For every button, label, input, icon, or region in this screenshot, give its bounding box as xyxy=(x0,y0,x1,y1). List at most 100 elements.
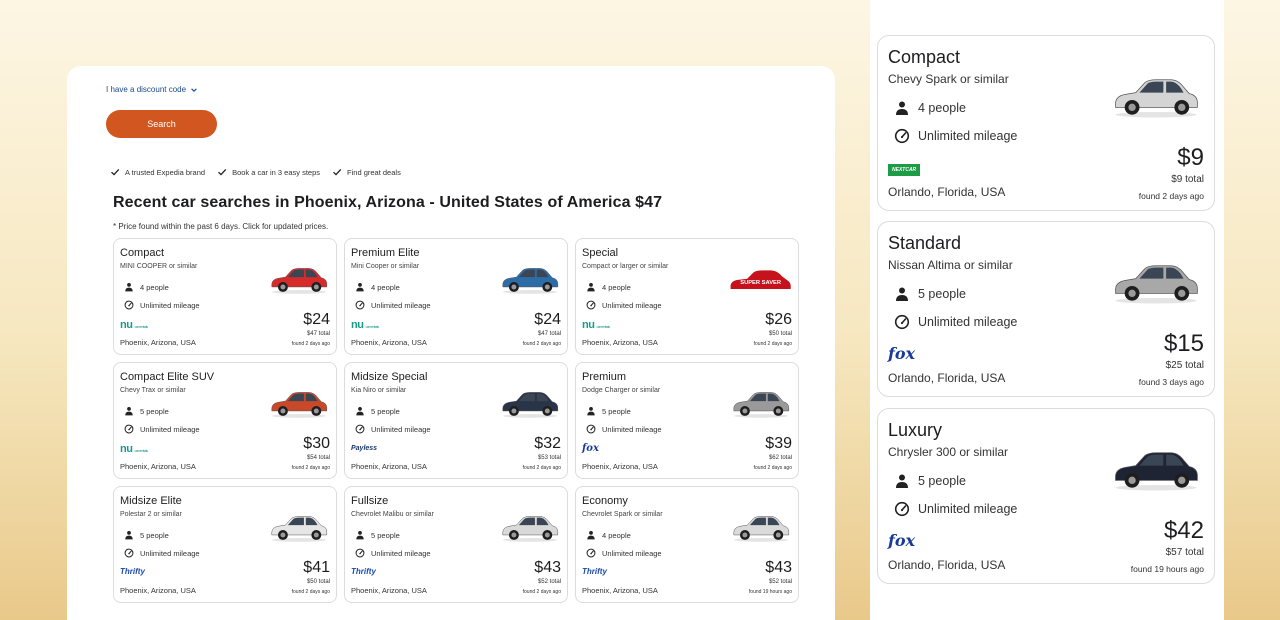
checkmark-icon xyxy=(333,168,342,176)
person-icon xyxy=(356,282,364,292)
person-icon xyxy=(356,530,364,540)
vendor-subtext: car rentals xyxy=(134,448,148,453)
total-price: $9 total xyxy=(1171,174,1204,185)
car-deal-card[interactable]: Compact Chevy Spark or similar 4 people Unl… xyxy=(877,35,1215,211)
found-time: found 2 days ago xyxy=(522,465,561,471)
daily-price: $26 xyxy=(765,311,792,328)
total-price: $50 total xyxy=(768,331,792,337)
person-icon xyxy=(587,282,595,292)
car-category: Fullsize xyxy=(351,495,389,507)
car-deal-card[interactable]: Fullsize Chevrolet Malibu or similar 5 peo… xyxy=(344,486,568,603)
capacity-label: 5 people xyxy=(371,530,400,540)
found-time: found 2 days ago xyxy=(753,341,792,347)
capacity-label: 4 people xyxy=(371,282,400,292)
person-icon xyxy=(125,282,133,292)
vendor-logo: NEXTCAR xyxy=(888,158,921,176)
discount-code-toggle[interactable]: I have a discount code xyxy=(106,85,198,94)
found-time: found 2 days ago xyxy=(291,589,330,595)
trust-label: A trusted Expedia brand xyxy=(125,167,206,177)
car-category: Compact xyxy=(120,247,165,259)
chevron-down-icon xyxy=(191,87,197,92)
capacity-row: 5 people xyxy=(124,406,169,416)
car-deal-card[interactable]: Compact Elite SUV Chevy Trax or similar 5 … xyxy=(113,362,337,479)
speedometer-icon xyxy=(586,548,596,558)
found-time: found 2 days ago xyxy=(522,341,561,347)
mileage-label: Unlimited mileage xyxy=(371,424,431,434)
mileage-label: Unlimited mileage xyxy=(918,315,1018,329)
car-deal-card[interactable]: Luxury Chrysler 300 or similar 5 people Unl… xyxy=(877,408,1215,584)
found-time: found 2 days ago xyxy=(1138,191,1204,201)
mileage-label: Unlimited mileage xyxy=(602,300,662,310)
speedometer-icon xyxy=(124,424,134,434)
car-deal-card[interactable]: Premium Dodge Charger or similar 5 people U… xyxy=(575,362,799,479)
car-category: Midsize Elite xyxy=(120,495,182,507)
found-time: found 3 days ago xyxy=(1138,377,1204,387)
car-image xyxy=(733,516,790,542)
mileage-row: Unlimited mileage xyxy=(586,548,662,558)
total-price: $54 total xyxy=(306,455,330,461)
recent-searches-heading: Recent car searches in Phoenix, Arizona … xyxy=(113,194,663,211)
daily-price: $9 xyxy=(1177,144,1204,171)
vendor-logo-nu: nu car rentals xyxy=(351,319,379,331)
found-time: found 2 days ago xyxy=(291,465,330,471)
capacity-label: 5 people xyxy=(918,287,966,301)
found-time: found 2 days ago xyxy=(753,465,792,471)
speedometer-icon xyxy=(124,548,134,558)
vendor-logo: Thrifty xyxy=(582,567,607,576)
discount-code-label: I have a discount code xyxy=(106,85,187,94)
car-photo xyxy=(268,385,330,419)
capacity-row: 4 people xyxy=(355,282,400,292)
found-time: found 19 hours ago xyxy=(1130,564,1204,574)
capacity-row: 5 people xyxy=(894,473,966,489)
vendor-subtext: car rentals xyxy=(596,324,610,329)
car-deal-card[interactable]: Standard Nissan Altima or similar 5 people… xyxy=(877,221,1215,397)
trust-item: A trusted Expedia brand xyxy=(110,167,205,177)
pickup-location: Phoenix, Arizona, USA xyxy=(582,586,658,595)
car-deal-card[interactable]: Special Compact or larger or similar SUPER… xyxy=(575,238,799,355)
speedometer-icon xyxy=(124,300,134,310)
vendor-subtext: car rentals xyxy=(134,324,148,329)
car-deal-card[interactable]: Midsize Special Kia Niro or similar 5 peop… xyxy=(344,362,568,479)
found-time: found 2 days ago xyxy=(522,589,561,595)
mileage-row: Unlimited mileage xyxy=(124,300,200,310)
mileage-label: Unlimited mileage xyxy=(140,300,200,310)
car-deal-card[interactable]: Economy Chevrolet Spark or similar 4 peopl… xyxy=(575,486,799,603)
car-deal-card[interactable]: Compact MINI COOPER or similar 4 people Unl… xyxy=(113,238,337,355)
car-image xyxy=(502,516,559,542)
capacity-row: 5 people xyxy=(894,286,966,302)
mileage-row: Unlimited mileage xyxy=(355,300,431,310)
pickup-location: Phoenix, Arizona, USA xyxy=(120,338,196,347)
person-icon xyxy=(896,474,908,488)
car-category: Premium Elite xyxy=(351,247,420,259)
car-image xyxy=(1115,452,1198,491)
car-category: Special xyxy=(582,247,619,259)
total-price: $47 total xyxy=(306,331,330,337)
total-price: $25 total xyxy=(1165,360,1204,371)
daily-price: $24 xyxy=(534,311,561,328)
mileage-label: Unlimited mileage xyxy=(371,548,431,558)
car-deal-card[interactable]: Premium Elite Mini Cooper or similar 4 peo… xyxy=(344,238,568,355)
search-button[interactable]: Search xyxy=(106,110,217,138)
vendor-logo: Payless xyxy=(351,443,377,452)
total-price: $62 total xyxy=(768,455,792,461)
car-photo xyxy=(730,385,792,419)
pickup-location: Orlando, Florida, USA xyxy=(888,185,1006,199)
car-photo xyxy=(1110,250,1202,310)
car-image xyxy=(271,268,328,294)
capacity-label: 5 people xyxy=(602,406,631,416)
car-deal-card[interactable]: Midsize Elite Polestar 2 or similar 5 peop… xyxy=(113,486,337,603)
speedometer-icon xyxy=(894,314,910,330)
vendor-logo-nextcar: NEXTCAR xyxy=(888,164,921,176)
vendor-logo: nu car rentals xyxy=(582,319,610,331)
checkmark-icon xyxy=(218,168,227,176)
speedometer-icon xyxy=(894,501,910,517)
vendor-logo: Thrifty xyxy=(120,567,145,576)
car-image xyxy=(733,392,790,418)
speedometer-icon xyxy=(894,128,910,144)
trust-item: Book a car in 3 easy steps xyxy=(217,167,320,177)
person-icon xyxy=(125,530,133,540)
vendor-logo: nu car rentals xyxy=(351,319,379,331)
car-model: Chevy Trax or similar xyxy=(120,387,186,394)
capacity-label: 4 people xyxy=(602,530,631,540)
pickup-location: Orlando, Florida, USA xyxy=(888,371,1006,385)
